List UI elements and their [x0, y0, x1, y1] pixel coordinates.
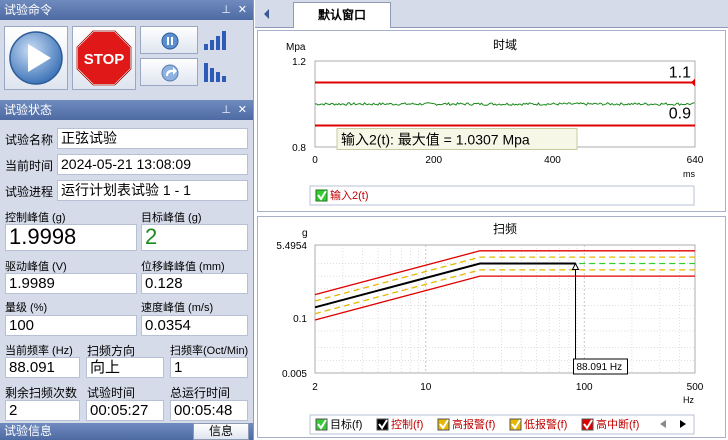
continue-button[interactable] — [140, 58, 198, 86]
cursor-label: 88.091 Hz — [577, 362, 623, 373]
main-area: 默认窗口 时域 Mpa 1.1 0.9 输入2(t): 最大值 = 1.0307 Mpa… — [255, 0, 728, 440]
x-axis-label: ms — [683, 169, 695, 179]
target-peak-label: 目标峰值 (g) — [141, 212, 202, 224]
stop-button[interactable]: STOP — [72, 26, 136, 90]
level-label: 量级 (%) — [5, 302, 48, 314]
level-field: 100 — [5, 315, 137, 336]
legend-entry: 控制(f) — [391, 417, 423, 431]
y-tick-label: 0.8 — [292, 143, 306, 154]
total-time-field: 00:05:48 — [170, 400, 248, 421]
play-icon — [9, 31, 63, 85]
y-axis-label: Mpa — [286, 42, 306, 53]
y-tick-label: 0.1 — [293, 314, 307, 325]
pin-icon[interactable]: ⊥ — [221, 100, 231, 120]
y-axis-label: g — [302, 228, 308, 239]
chart-title: 扫频 — [493, 222, 517, 236]
command-toolbar: STOP — [0, 20, 253, 100]
test-name-field: 正弦试验 — [57, 128, 248, 149]
left-panel: 试验命令 ⊥ ✕ STOP 试验状态 ⊥ ✕ 试验名称 正弦试验 当前时间 20… — [0, 0, 254, 440]
pause-button[interactable] — [140, 26, 198, 54]
legend-entry: 输入2(t) — [330, 188, 369, 202]
annotation-text: 输入2(t): 最大值 = 1.0307 Mpa — [341, 132, 530, 148]
disp-peak-label: 位移峰峰值 (mm) — [141, 261, 225, 273]
info-panel-title: 试验信息 — [4, 424, 53, 438]
drive-peak-field: 1.9989 — [5, 273, 137, 294]
y-tick-label: 0.005 — [282, 369, 307, 380]
x-tick-label: 500 — [687, 382, 704, 393]
start-button[interactable] — [4, 26, 68, 90]
close-icon[interactable]: ✕ — [238, 100, 247, 120]
sweep-dir-field: 向上 — [86, 357, 164, 378]
progress-label: 试验进程 — [5, 185, 54, 199]
remaining-label: 剩余扫频次数 — [5, 386, 78, 400]
chart-title: 时域 — [493, 38, 517, 52]
drive-peak-label: 驱动峰值 (V) — [5, 261, 67, 273]
close-icon[interactable]: ✕ — [238, 0, 247, 20]
x-tick-label: 2 — [312, 382, 318, 393]
command-panel-header: 试验命令 ⊥ ✕ — [0, 0, 253, 20]
x-tick-label: 400 — [544, 155, 561, 166]
stop-sign-icon: STOP — [76, 30, 132, 86]
x-tick-label: 640 — [687, 155, 704, 166]
pause-icon — [161, 32, 179, 50]
target-peak-field: 2 — [141, 224, 248, 251]
tab-scroll-left-icon[interactable] — [259, 0, 275, 28]
sweep-rate-label: 扫频率(Oct/Min) — [170, 345, 249, 357]
level-down-button[interactable] — [200, 58, 230, 86]
legend-entry: 高报警(f) — [452, 417, 495, 431]
status-panel-title: 试验状态 — [4, 103, 53, 117]
x-tick-label: 10 — [420, 382, 432, 393]
remaining-field: 2 — [5, 400, 80, 421]
current-time-label: 当前时间 — [5, 159, 54, 173]
y-tick-label: 1.2 — [292, 57, 306, 68]
control-peak-label: 控制峰值 (g) — [5, 212, 66, 224]
legend-entry: 低报警(f) — [524, 417, 567, 431]
time-domain-chart: 时域 Mpa 1.1 0.9 输入2(t): 最大值 = 1.0307 Mpa 1.2 0.… — [257, 30, 726, 212]
test-time-label: 试验时间 — [87, 386, 136, 400]
progress-field: 运行计划表试验 1 - 1 — [57, 180, 248, 201]
x-tick-label: 0 — [312, 155, 318, 166]
legend-entry: 目标(f) — [330, 417, 362, 431]
test-time-field: 00:05:27 — [86, 400, 164, 421]
total-time-label: 总运行时间 — [170, 386, 231, 400]
sweep-chart: 扫频 g 88.091 Hz 5.4954 0.1 0.005 2 10 100 500 Hz 目标(… — [257, 216, 726, 438]
bar-chart-down-icon — [204, 63, 226, 82]
sweep-rate-field: 1 — [170, 357, 248, 378]
velocity-peak-label: 速度峰值 (m/s) — [141, 302, 214, 314]
sweep-svg[interactable]: 扫频 g 88.091 Hz 5.4954 0.1 0.005 2 10 100 500 Hz 目标(… — [258, 217, 725, 437]
y-tick-label: 5.4954 — [276, 241, 307, 252]
bar-chart-up-icon — [204, 31, 226, 50]
info-button[interactable]: 信息 — [193, 423, 249, 440]
status-panel-header: 试验状态 ⊥ ✕ — [0, 100, 253, 120]
cur-freq-label: 当前频率 (Hz) — [5, 345, 73, 357]
test-name-label: 试验名称 — [5, 133, 54, 147]
legend-entry: 高中断(f) — [596, 417, 639, 431]
current-time-field: 2024-05-21 13:08:09 — [57, 154, 248, 175]
tab-default-window[interactable]: 默认窗口 — [293, 2, 391, 28]
cur-freq-field: 88.091 — [5, 357, 80, 378]
redo-arrow-icon — [161, 64, 179, 82]
tab-label: 默认窗口 — [317, 8, 366, 22]
velocity-peak-field: 0.0354 — [141, 315, 248, 336]
command-panel-title: 试验命令 — [4, 3, 53, 17]
lower-limit-label: 0.9 — [669, 106, 691, 123]
disp-peak-field: 0.128 — [141, 273, 248, 294]
upper-limit-label: 1.1 — [669, 65, 691, 82]
control-peak-field: 1.9998 — [5, 224, 137, 251]
stop-label: STOP — [84, 51, 125, 68]
level-up-button[interactable] — [200, 26, 230, 54]
x-axis-label: Hz — [683, 395, 694, 405]
time-domain-svg[interactable]: 时域 Mpa 1.1 0.9 输入2(t): 最大值 = 1.0307 Mpa 1.2 0.… — [258, 31, 725, 211]
pin-icon[interactable]: ⊥ — [221, 0, 231, 20]
tab-bar: 默认窗口 — [255, 0, 728, 28]
x-tick-label: 200 — [425, 155, 442, 166]
x-tick-label: 100 — [576, 382, 593, 393]
